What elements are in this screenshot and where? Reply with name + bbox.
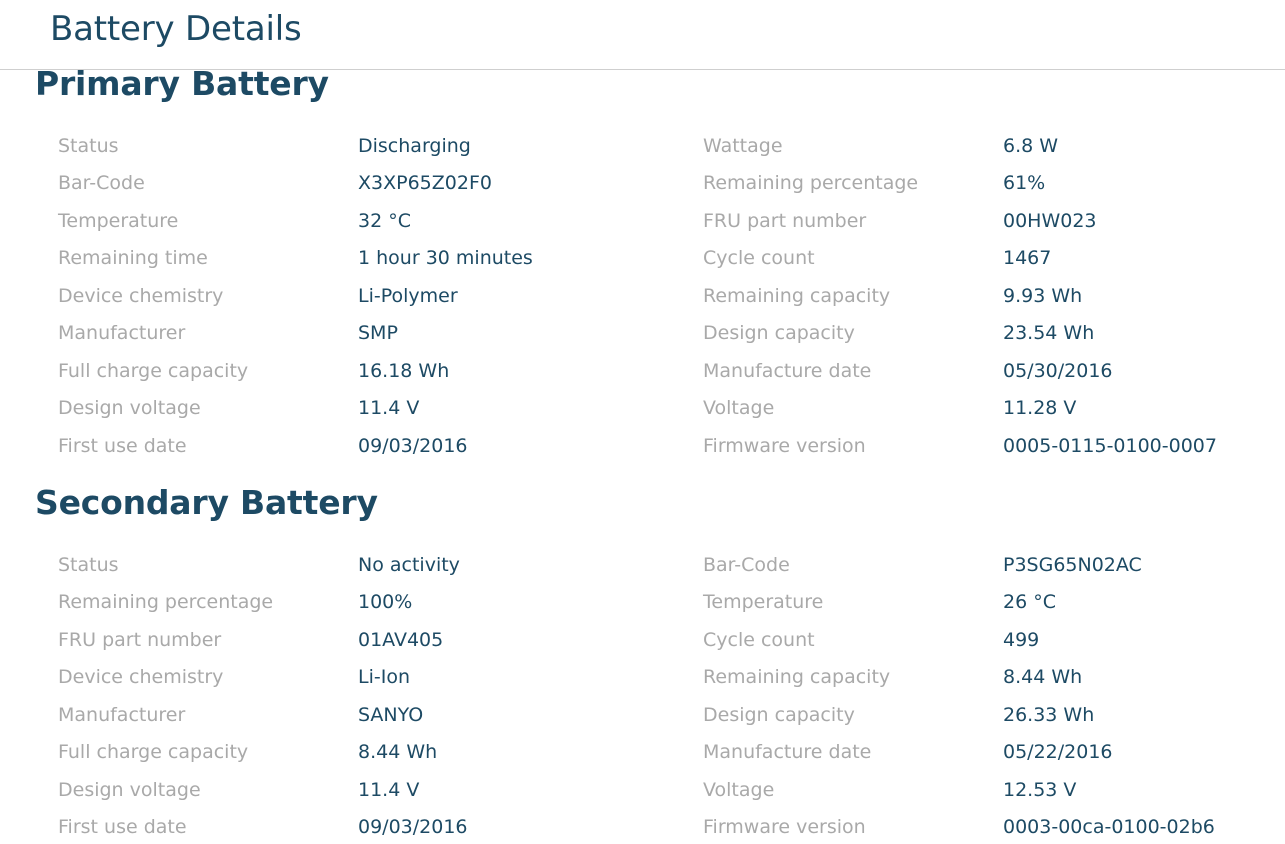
detail-label: Device chemistry (58, 285, 224, 307)
detail-label: Design capacity (703, 322, 855, 344)
detail-label: Manufacturer (58, 322, 186, 344)
detail-label: Firmware version (703, 435, 866, 457)
detail-value: 61% (1003, 172, 1046, 194)
detail-row: First use date 09/03/2016 Firmware versi… (0, 812, 1285, 842)
detail-label: Status (58, 554, 119, 576)
detail-value: 09/03/2016 (358, 435, 468, 457)
detail-row: Bar-Code X3XP65Z02F0 Remaining percentag… (0, 168, 1285, 198)
detail-row: Full charge capacity 8.44 Wh Manufacture… (0, 737, 1285, 767)
detail-row: Device chemistry Li-Polymer Remaining ca… (0, 281, 1285, 311)
detail-label: Manufacturer (58, 704, 186, 726)
detail-row: Temperature 32 °C FRU part number 00HW02… (0, 206, 1285, 236)
detail-label: Design voltage (58, 397, 201, 419)
detail-value: 32 °C (358, 210, 411, 232)
detail-value: P3SG65N02AC (1003, 554, 1142, 576)
detail-label: Device chemistry (58, 666, 224, 688)
detail-label: First use date (58, 816, 187, 838)
detail-value: 11.28 V (1003, 397, 1077, 419)
detail-label: Cycle count (703, 629, 815, 651)
detail-label: Temperature (58, 210, 179, 232)
detail-label: Design capacity (703, 704, 855, 726)
detail-label: Design voltage (58, 779, 201, 801)
detail-value: 01AV405 (358, 629, 444, 651)
detail-label: Bar-Code (703, 554, 790, 576)
detail-value: 0005-0115-0100-0007 (1003, 435, 1217, 457)
detail-row: Design voltage 11.4 V Voltage 11.28 V (0, 393, 1285, 423)
detail-label: Remaining percentage (703, 172, 919, 194)
detail-value: Discharging (358, 135, 471, 157)
detail-label: First use date (58, 435, 187, 457)
detail-row: Status Discharging Wattage 6.8 W (0, 131, 1285, 161)
detail-value: SMP (358, 322, 398, 344)
detail-label: Wattage (703, 135, 783, 157)
detail-label: Remaining percentage (58, 591, 274, 613)
detail-value: 05/22/2016 (1003, 741, 1113, 763)
detail-label: Voltage (703, 779, 775, 801)
page-title: Battery Details (50, 9, 302, 49)
detail-label: Full charge capacity (58, 741, 249, 763)
title-bar: Battery Details (0, 0, 1285, 70)
detail-label: Remaining time (58, 247, 208, 269)
detail-value: 00HW023 (1003, 210, 1097, 232)
detail-label: Firmware version (703, 816, 866, 838)
detail-row: Design voltage 11.4 V Voltage 12.53 V (0, 775, 1285, 805)
detail-label: Temperature (703, 591, 824, 613)
detail-value: 09/03/2016 (358, 816, 468, 838)
detail-value: 0003-00ca-0100-02b6 (1003, 816, 1215, 838)
detail-value: 16.18 Wh (358, 360, 450, 382)
detail-value: Li-Ion (358, 666, 410, 688)
detail-label: Status (58, 135, 119, 157)
detail-value: 100% (358, 591, 413, 613)
detail-row: Remaining percentage 100% Temperature 26… (0, 587, 1285, 617)
detail-value: 9.93 Wh (1003, 285, 1083, 307)
detail-value: SANYO (358, 704, 424, 726)
detail-row: Remaining time 1 hour 30 minutes Cycle c… (0, 243, 1285, 273)
detail-value: 499 (1003, 629, 1040, 651)
detail-value: X3XP65Z02F0 (358, 172, 492, 194)
detail-row: FRU part number 01AV405 Cycle count 499 (0, 625, 1285, 655)
secondary-battery-heading: Secondary Battery (35, 483, 378, 522)
detail-value: 11.4 V (358, 397, 420, 419)
detail-row: First use date 09/03/2016 Firmware versi… (0, 431, 1285, 461)
detail-value: 6.8 W (1003, 135, 1059, 157)
detail-value: 26.33 Wh (1003, 704, 1095, 726)
detail-label: Full charge capacity (58, 360, 249, 382)
detail-row: Full charge capacity 16.18 Wh Manufactur… (0, 356, 1285, 386)
detail-label: FRU part number (703, 210, 867, 232)
detail-label: Remaining capacity (703, 285, 891, 307)
detail-row: Device chemistry Li-Ion Remaining capaci… (0, 662, 1285, 692)
detail-value: 8.44 Wh (358, 741, 438, 763)
detail-label: Bar-Code (58, 172, 145, 194)
detail-value: 05/30/2016 (1003, 360, 1113, 382)
detail-value: 23.54 Wh (1003, 322, 1095, 344)
detail-value: 8.44 Wh (1003, 666, 1083, 688)
detail-label: FRU part number (58, 629, 222, 651)
detail-row: Manufacturer SMP Design capacity 23.54 W… (0, 318, 1285, 348)
detail-value: Li-Polymer (358, 285, 458, 307)
detail-value: 1 hour 30 minutes (358, 247, 533, 269)
detail-label: Cycle count (703, 247, 815, 269)
detail-value: 26 °C (1003, 591, 1056, 613)
detail-value: 1467 (1003, 247, 1052, 269)
detail-label: Manufacture date (703, 741, 872, 763)
detail-label: Remaining capacity (703, 666, 891, 688)
detail-row: Manufacturer SANYO Design capacity 26.33… (0, 700, 1285, 730)
detail-value: 11.4 V (358, 779, 420, 801)
primary-battery-heading: Primary Battery (35, 64, 329, 103)
detail-label: Manufacture date (703, 360, 872, 382)
detail-value: 12.53 V (1003, 779, 1077, 801)
detail-value: No activity (358, 554, 460, 576)
detail-label: Voltage (703, 397, 775, 419)
detail-row: Status No activity Bar-Code P3SG65N02AC (0, 550, 1285, 580)
